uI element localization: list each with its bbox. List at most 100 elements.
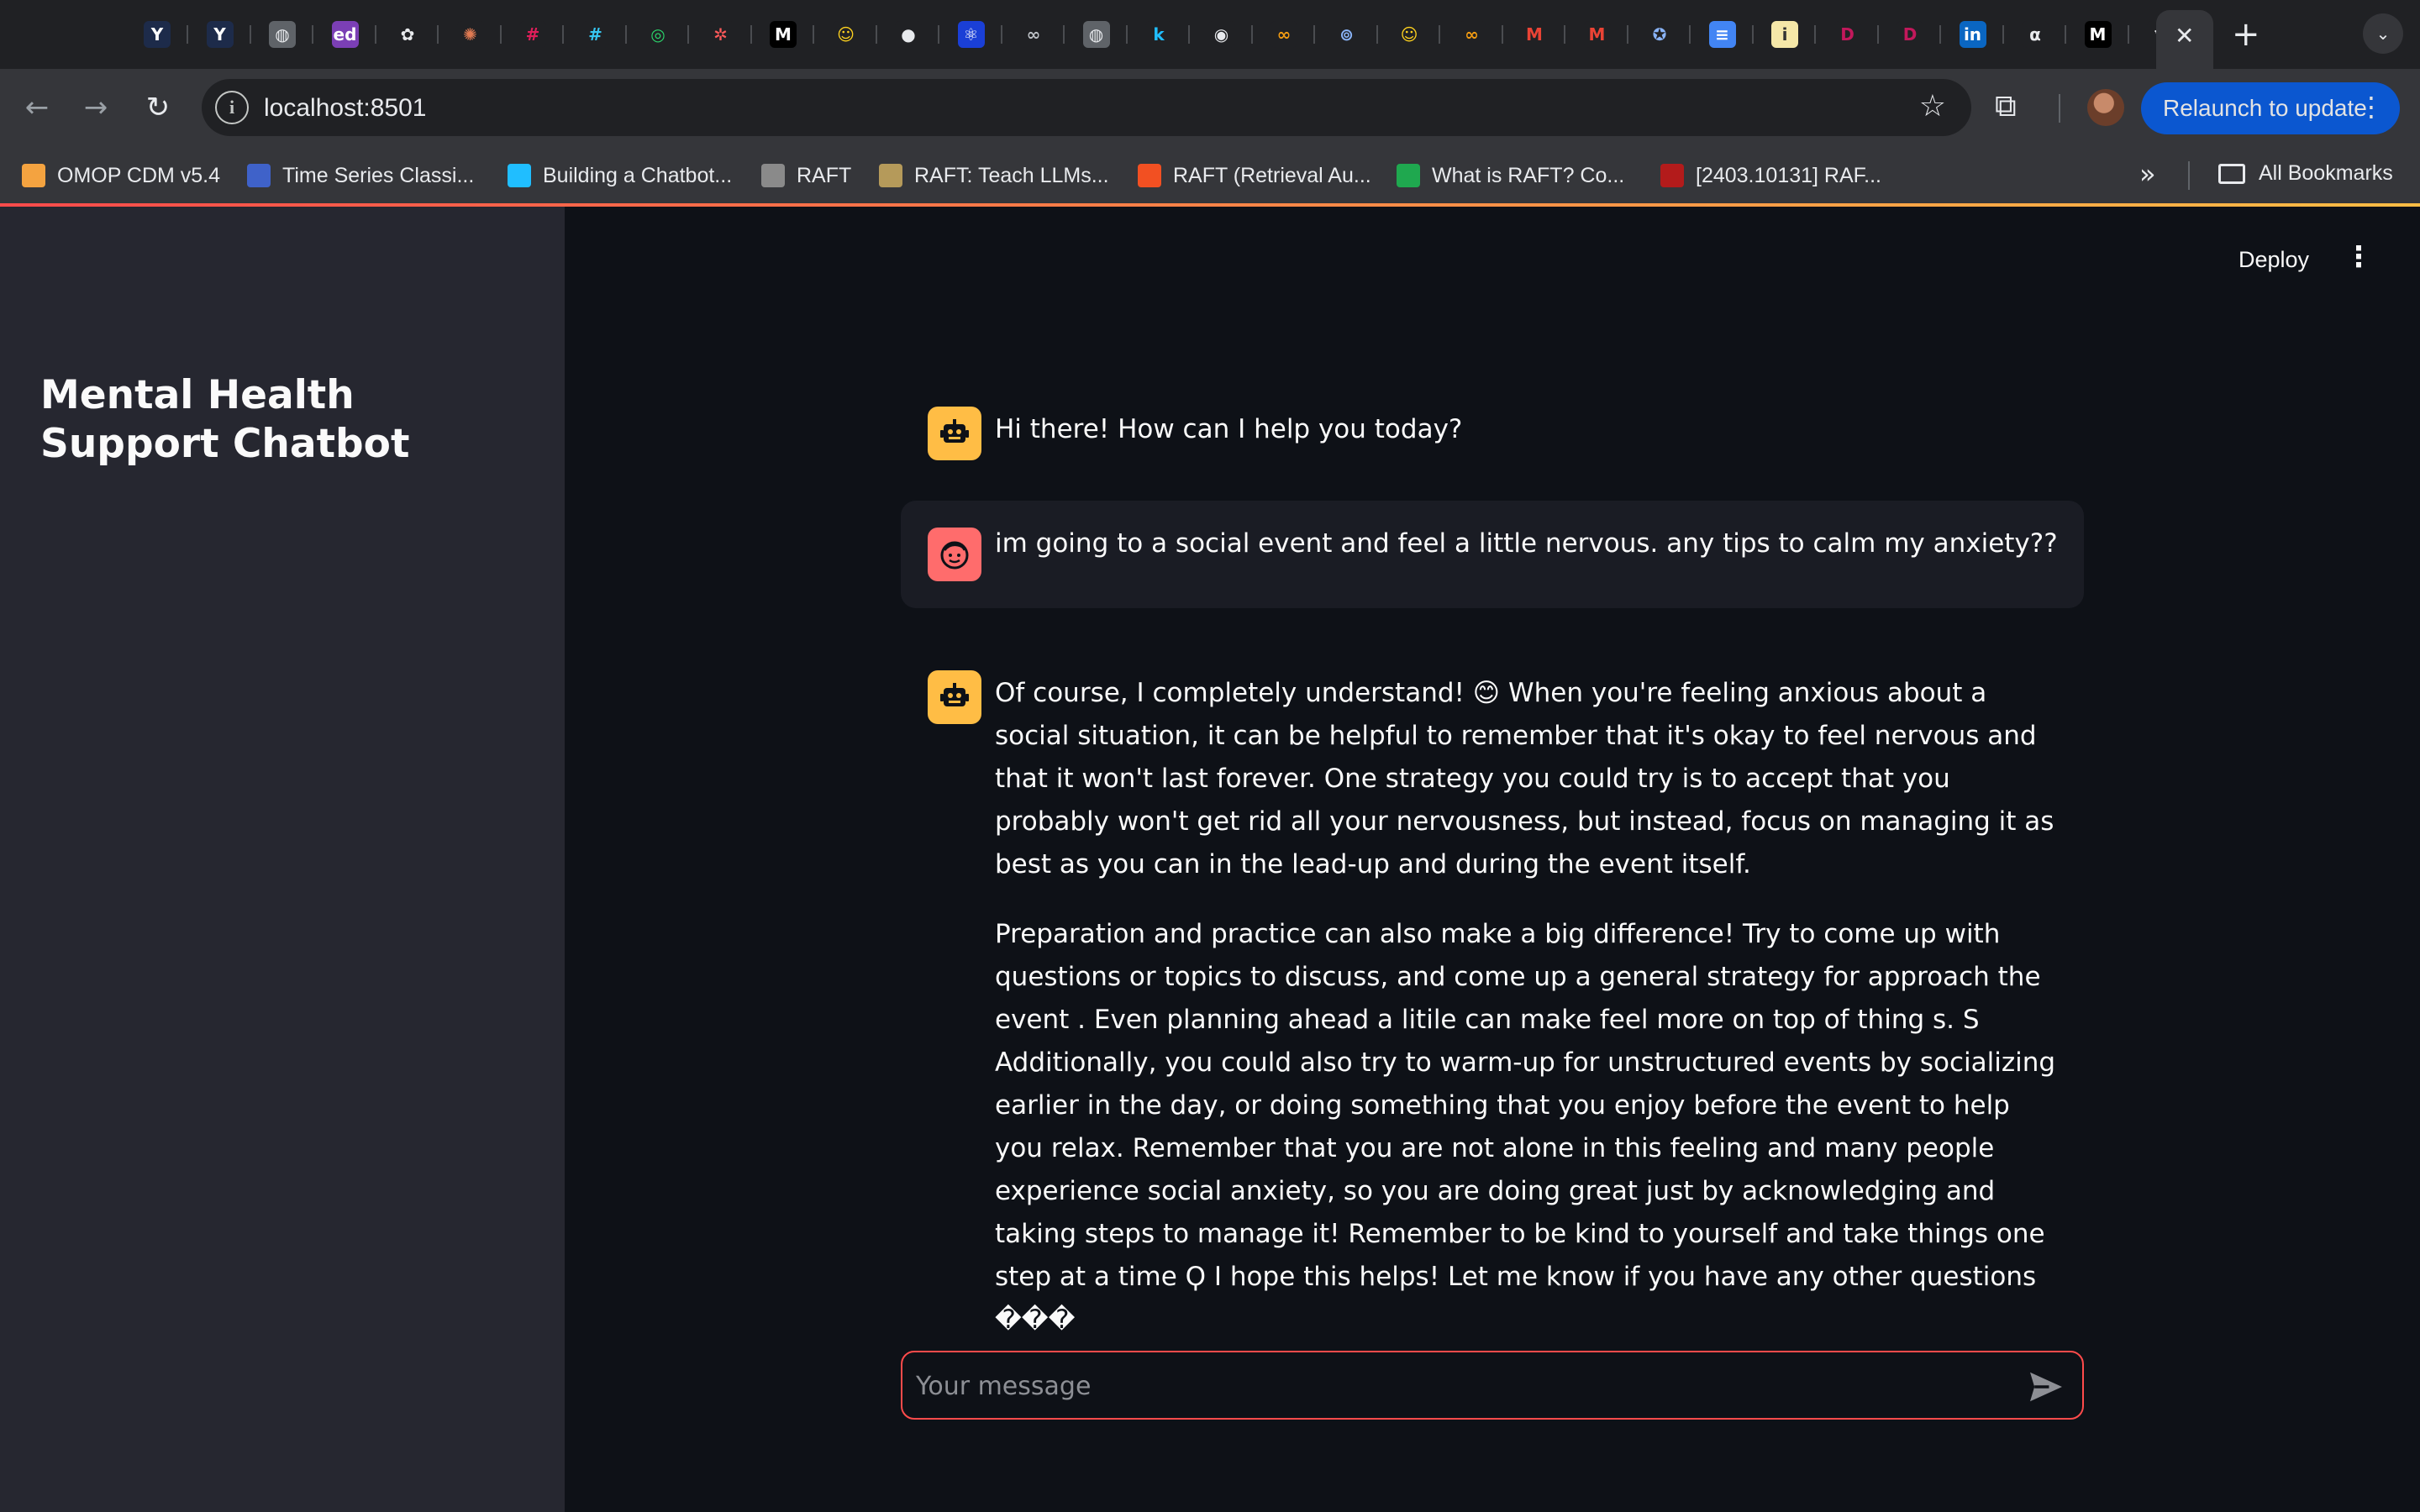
slack-2-icon: #: [581, 21, 609, 48]
browser-tab[interactable]: ✺: [453, 17, 488, 52]
bookmark-item[interactable]: [2403.10131] RAF...: [1660, 161, 1881, 190]
close-tab-icon[interactable]: ✕: [2175, 22, 2194, 50]
browser-tab[interactable]: #: [515, 17, 550, 52]
bookmark-item[interactable]: RAFT: Teach LLMs...: [879, 161, 1109, 190]
browser-tab[interactable]: Y: [139, 17, 175, 52]
tab-divider: [1439, 25, 1440, 44]
browser-tab[interactable]: Y: [203, 17, 238, 52]
tab-divider: [1000, 25, 1002, 44]
bookmark-favicon-icon: [879, 164, 902, 187]
browser-tab[interactable]: ◎: [640, 17, 676, 52]
bookmark-item[interactable]: Building a Chatbot...: [508, 161, 732, 190]
message-text: Preparation and practice can also make a…: [995, 919, 2056, 1335]
browser-tab[interactable]: ✿: [390, 17, 425, 52]
tab-divider: [2065, 25, 2066, 44]
browser-tab[interactable]: ✪: [1642, 17, 1677, 52]
back-button[interactable]: ←: [13, 84, 60, 131]
openai-icon: ✿: [394, 21, 421, 48]
url-text[interactable]: localhost:8501: [264, 94, 426, 123]
browser-tab[interactable]: M: [1580, 17, 1615, 52]
browser-tab[interactable]: ●: [891, 17, 926, 52]
send-icon[interactable]: [2028, 1371, 2064, 1403]
extensions-puzzle-icon[interactable]: ⧉: [1995, 89, 2017, 124]
edstem-icon: ed: [331, 21, 359, 48]
tab-divider: [1376, 25, 1378, 44]
huggingface-icon: ☺: [832, 21, 860, 48]
toolbar-divider: [2059, 94, 2060, 123]
browser-tab[interactable]: α: [2018, 17, 2053, 52]
forward-button[interactable]: →: [72, 84, 119, 131]
browser-tab[interactable]: ◍: [1079, 17, 1114, 52]
browser-tab[interactable]: M: [2081, 17, 2116, 52]
relaunch-button[interactable]: Relaunch to update ⋮: [2141, 82, 2400, 134]
site-info-icon[interactable]: i: [215, 91, 249, 124]
browser-tab[interactable]: M: [765, 17, 801, 52]
info-icon: i: [1771, 21, 1798, 48]
bookmark-item[interactable]: What is RAFT? Co...: [1397, 161, 1624, 190]
browser-tab[interactable]: ✲: [703, 17, 739, 52]
address-bar[interactable]: i localhost:8501 ☆: [202, 79, 1971, 136]
arrow-left-icon: ←: [24, 91, 50, 124]
browser-tab[interactable]: i: [1767, 17, 1802, 52]
browser-tab[interactable]: M: [1517, 17, 1552, 52]
tab-divider: [1751, 25, 1754, 44]
bookmark-label: RAFT: Teach LLMs...: [914, 163, 1109, 187]
bookmark-item[interactable]: RAFT (Retrieval Au...: [1138, 161, 1371, 190]
new-tab-button[interactable]: +: [2232, 15, 2260, 54]
all-bookmarks-button[interactable]: All Bookmarks: [2218, 161, 2393, 186]
browser-tab[interactable]: ∞: [1266, 17, 1302, 52]
browser-tab[interactable]: ☺: [829, 17, 864, 52]
profile-avatar[interactable]: [2087, 89, 2124, 126]
tab-divider: [1188, 25, 1190, 44]
browser-tab[interactable]: #: [578, 17, 613, 52]
bookmark-star-icon[interactable]: ☆: [1919, 89, 1946, 123]
linkedin-icon: in: [1959, 21, 1986, 48]
chat-input[interactable]: [914, 1362, 2007, 1410]
owl-icon: ⊚: [1333, 21, 1360, 48]
browser-tab[interactable]: ∞: [1016, 17, 1051, 52]
bookmark-label: What is RAFT? Co...: [1432, 163, 1625, 187]
bookmark-item[interactable]: Time Series Classi...: [247, 161, 474, 190]
message-text: Hi there! How can I help you today?: [995, 414, 1463, 444]
doordash-2-icon: D: [1897, 21, 1923, 48]
bookmark-item[interactable]: RAFT: [761, 161, 851, 190]
more-vertical-icon[interactable]: ⋮: [2358, 91, 2385, 123]
chat-message-assistant: Hi there! How can I help you today?: [901, 386, 2084, 473]
tab-divider: [437, 25, 439, 44]
main-menu-icon[interactable]: ⋮: [2344, 240, 2373, 274]
deploy-button[interactable]: Deploy: [2238, 247, 2309, 273]
tab-divider: [813, 25, 814, 44]
browser-tab[interactable]: ed: [328, 17, 363, 52]
relaunch-label: Relaunch to update: [2163, 95, 2367, 121]
bookmark-label: Building a Chatbot...: [543, 163, 733, 187]
tab-divider: [1501, 25, 1503, 44]
folder-icon: [2218, 163, 2245, 184]
react-icon: ⚛: [957, 21, 985, 48]
browser-tab[interactable]: ⚛: [954, 17, 989, 52]
browser-tab[interactable]: in: [1955, 17, 1991, 52]
browser-tab[interactable]: ◉: [1204, 17, 1239, 52]
chatgpt-icon: ◉: [1207, 21, 1235, 48]
active-tab[interactable]: ✕: [2156, 10, 2213, 69]
tab-divider: [249, 25, 251, 44]
tab-search-button[interactable]: ⌄: [2363, 13, 2403, 54]
browser-tab[interactable]: k: [1141, 17, 1176, 52]
app-green-icon: ◎: [644, 21, 671, 48]
tab-divider: [624, 25, 627, 44]
reload-button[interactable]: ↻: [134, 84, 182, 131]
slack-icon: #: [519, 21, 546, 48]
browser-tab[interactable]: ⊚: [1329, 17, 1365, 52]
bookmark-item[interactable]: OMOP CDM v5.4: [22, 161, 220, 190]
chat-input-container: [901, 1351, 2084, 1420]
browser-tab[interactable]: ≡: [1705, 17, 1740, 52]
browser-tab[interactable]: ◍: [265, 17, 300, 52]
tab-divider: [1063, 25, 1065, 44]
browser-tab[interactable]: D: [1830, 17, 1865, 52]
bookmarks-overflow-icon[interactable]: »: [2139, 158, 2156, 190]
alphaxiv-icon: α: [2022, 21, 2049, 48]
browser-tab[interactable]: D: [1892, 17, 1928, 52]
tab-divider: [374, 25, 376, 44]
browser-tab[interactable]: ∞: [1455, 17, 1490, 52]
browser-tab[interactable]: ☺: [1392, 17, 1427, 52]
pinwheel-icon: ✲: [707, 21, 734, 48]
